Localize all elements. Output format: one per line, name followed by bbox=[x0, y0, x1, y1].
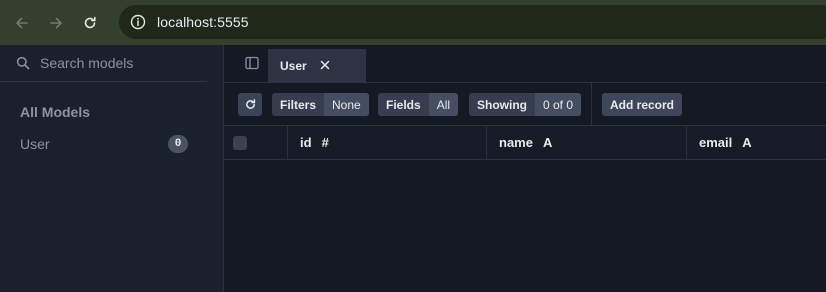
fields-value: All bbox=[428, 93, 459, 116]
add-record-button[interactable]: Add record bbox=[602, 93, 682, 116]
column-name: email bbox=[699, 135, 733, 150]
count-badge: 0 bbox=[168, 135, 188, 153]
sidebar-item-label: User bbox=[20, 136, 50, 152]
filters-label: Filters bbox=[280, 97, 317, 112]
showing-value: 0 of 0 bbox=[535, 93, 582, 116]
text-type-icon: A bbox=[542, 135, 553, 150]
models-sidebar: All Models User 0 bbox=[0, 45, 224, 292]
back-icon[interactable] bbox=[10, 11, 34, 35]
sidebar-item-user[interactable]: User 0 bbox=[20, 133, 188, 155]
fields-label: Fields bbox=[386, 97, 421, 112]
select-all-checkbox[interactable] bbox=[233, 136, 247, 150]
search-icon bbox=[16, 56, 30, 70]
filters-value: None bbox=[324, 93, 369, 116]
section-title: All Models bbox=[20, 104, 91, 120]
column-name: id bbox=[300, 135, 312, 150]
search-models-input[interactable] bbox=[38, 54, 202, 72]
site-info-icon[interactable] bbox=[129, 13, 147, 31]
text-type-icon: A bbox=[742, 135, 752, 150]
column-header-email[interactable]: email A bbox=[687, 126, 826, 159]
table-body bbox=[224, 160, 826, 292]
column-header-id[interactable]: id # bbox=[288, 126, 487, 159]
filters-button[interactable]: Filters None bbox=[272, 93, 369, 116]
toolbar-divider bbox=[591, 83, 592, 125]
data-toolbar: Filters None Fields All Showing 0 of 0 A… bbox=[224, 83, 826, 126]
refresh-icon bbox=[245, 99, 255, 109]
fields-button[interactable]: Fields All bbox=[378, 93, 459, 116]
showing-label: Showing bbox=[477, 97, 527, 112]
reload-icon[interactable] bbox=[78, 11, 102, 35]
address-url: localhost:5555 bbox=[157, 14, 249, 30]
table-header: id # name A email A bbox=[224, 126, 826, 160]
showing-button[interactable]: Showing 0 of 0 bbox=[469, 93, 582, 116]
tab-bar: User bbox=[224, 45, 826, 83]
sidebar-toggle-icon[interactable] bbox=[244, 55, 260, 71]
refresh-button[interactable] bbox=[238, 93, 262, 116]
tab-user[interactable]: User bbox=[268, 49, 366, 82]
close-icon[interactable] bbox=[318, 58, 332, 72]
address-bar[interactable]: localhost:5555 bbox=[119, 5, 826, 39]
model-search bbox=[0, 45, 207, 82]
column-header-name[interactable]: name A bbox=[487, 126, 687, 159]
select-all-cell bbox=[224, 126, 288, 159]
tab-label: User bbox=[280, 58, 307, 73]
browser-toolbar: localhost:5555 bbox=[0, 0, 826, 45]
number-type-icon: # bbox=[321, 135, 329, 150]
forward-icon[interactable] bbox=[44, 11, 68, 35]
column-name: name bbox=[499, 135, 533, 150]
